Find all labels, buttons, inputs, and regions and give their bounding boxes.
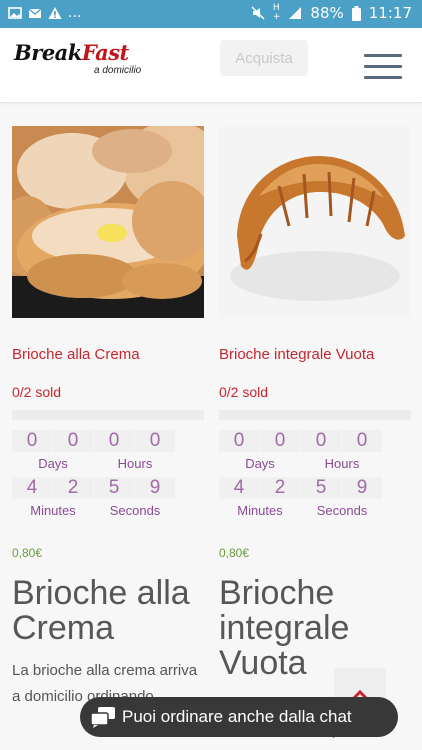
product-card: Brioche alla Crema 0/2 sold 0 0 0 0 Days…	[12, 126, 204, 710]
countdown-digit: 0	[12, 430, 52, 452]
sold-count: 0/2 sold	[219, 384, 269, 400]
countdown-label-seconds: Seconds	[316, 503, 368, 518]
countdown-digit: 0	[219, 430, 259, 452]
countdown-label-days: Days	[38, 456, 68, 471]
countdown-digit: 5	[301, 477, 341, 499]
countdown-digit: 2	[53, 477, 93, 499]
countdown-minutes-seconds: 4 2 5 9	[12, 477, 204, 499]
logo[interactable]: BreakFast a domicilio	[14, 40, 146, 80]
mail-icon	[28, 8, 42, 18]
countdown-digit: 2	[260, 477, 300, 499]
network-icon: H +	[272, 3, 281, 22]
sold-count: 0/2 sold	[12, 384, 62, 400]
product-name-link[interactable]: Brioche alla Crema	[12, 346, 204, 366]
product-price: 0,80€	[219, 546, 250, 560]
product-title: Brioche alla Crema	[12, 574, 190, 647]
logo-text-break: Break	[14, 40, 82, 65]
signal-icon	[289, 7, 302, 19]
countdown-days-hours: 0 0 0 0	[219, 430, 411, 452]
clock: 11:17	[368, 4, 412, 22]
countdown-digit: 0	[301, 430, 341, 452]
countdown-minutes-seconds: 4 2 5 9	[219, 477, 411, 499]
logo-tagline: a domicilio	[94, 65, 142, 76]
countdown-digit: 0	[135, 430, 175, 452]
product-name-link[interactable]: Brioche integrale Vuota	[219, 346, 411, 366]
image-icon	[8, 7, 22, 19]
countdown-days-hours: 0 0 0 0	[12, 430, 204, 452]
warning-icon	[48, 7, 62, 19]
product-image[interactable]	[12, 126, 204, 318]
sold-progress-bar	[219, 410, 411, 420]
buy-button[interactable]: Acquista	[220, 40, 308, 76]
countdown-digit: 0	[260, 430, 300, 452]
chat-icon	[90, 707, 115, 728]
countdown-digit: 0	[53, 430, 93, 452]
countdown-label-hours: Hours	[117, 456, 153, 471]
status-bar: ... H + 88% 11:17	[0, 0, 422, 28]
site-header: BreakFast a domicilio Acquista	[0, 28, 422, 103]
countdown-label-minutes: Minutes	[30, 503, 76, 518]
countdown-digit: 4	[219, 477, 259, 499]
countdown-digit: 9	[342, 477, 382, 499]
countdown-digit: 0	[94, 430, 134, 452]
countdown-digit: 9	[135, 477, 175, 499]
product-price: 0,80€	[12, 546, 43, 560]
battery-percent: 88%	[310, 4, 344, 22]
countdown-label-days: Days	[245, 456, 275, 471]
chat-bubble[interactable]: Puoi ordinare anche dalla chat	[80, 697, 398, 737]
product-image[interactable]	[219, 126, 411, 318]
countdown-digit: 0	[342, 430, 382, 452]
product-card: Brioche integrale Vuota 0/2 sold 0 0 0 0…	[219, 126, 411, 745]
sold-progress-bar	[12, 410, 204, 420]
countdown-digit: 5	[94, 477, 134, 499]
countdown-label-hours: Hours	[324, 456, 360, 471]
hamburger-menu-icon[interactable]	[364, 54, 402, 80]
countdown-digit: 4	[12, 477, 52, 499]
logo-text-fast: Fast	[81, 40, 129, 65]
status-more: ...	[68, 5, 82, 21]
mute-icon	[251, 6, 265, 20]
countdown-label-seconds: Seconds	[109, 503, 161, 518]
product-title: Brioche integrale Vuota	[219, 574, 350, 682]
countdown-label-minutes: Minutes	[237, 503, 283, 518]
chat-bubble-text: Puoi ordinare anche dalla chat	[122, 707, 352, 726]
battery-icon	[351, 5, 361, 21]
